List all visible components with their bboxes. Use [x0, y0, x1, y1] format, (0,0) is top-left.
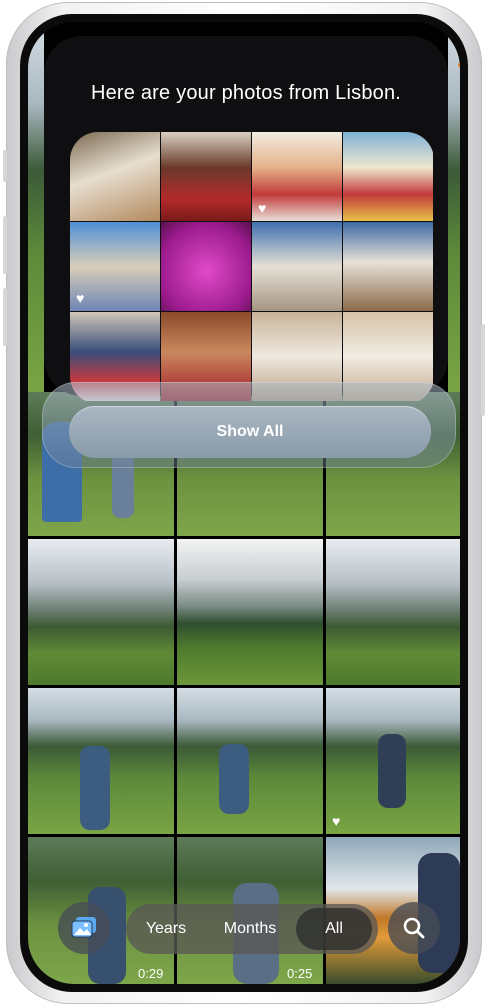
action-button — [3, 150, 7, 182]
screen: ♥ 0:29 0:25 Here are your photos from Li… — [28, 22, 460, 984]
grid-photo[interactable] — [28, 539, 174, 685]
search-icon — [403, 917, 425, 939]
memories-sheet: Here are your photos from Lisbon. ♥ ♥ — [44, 36, 448, 401]
favorite-heart-icon: ♥ — [332, 813, 341, 829]
lisbon-photo[interactable] — [343, 132, 433, 221]
lisbon-photo[interactable] — [343, 222, 433, 311]
segment-all[interactable]: All — [296, 904, 372, 954]
hiker-figure — [378, 734, 406, 808]
camera-indicator-dot — [458, 62, 460, 68]
lisbon-photo[interactable] — [161, 222, 251, 311]
grid-photo[interactable] — [28, 22, 44, 392]
photo-library-icon — [71, 917, 96, 938]
lisbon-photo[interactable] — [252, 222, 342, 311]
phone-frame: ♥ 0:29 0:25 Here are your photos from Li… — [3, 2, 485, 1004]
library-button[interactable] — [58, 902, 110, 954]
grid-photo[interactable] — [326, 539, 460, 685]
search-button[interactable] — [388, 902, 440, 954]
hiker-figure — [219, 744, 249, 814]
segment-months[interactable]: Months — [206, 904, 294, 954]
bezel: ♥ 0:29 0:25 Here are your photos from Li… — [20, 14, 468, 992]
side-button — [481, 324, 485, 416]
volume-up-button — [3, 216, 7, 274]
video-duration: 0:29 — [138, 966, 164, 981]
favorite-heart-icon: ♥ — [258, 200, 267, 216]
volume-down-button — [3, 288, 7, 346]
lisbon-photo[interactable] — [161, 132, 251, 221]
favorite-heart-icon: ♥ — [76, 290, 85, 306]
segment-years[interactable]: Years — [134, 904, 198, 954]
sheet-title: Here are your photos from Lisbon. — [90, 82, 402, 104]
video-duration: 0:25 — [287, 966, 313, 981]
grid-photo[interactable] — [177, 539, 323, 685]
lisbon-photo[interactable]: ♥ — [252, 132, 342, 221]
grid-photo[interactable] — [177, 688, 323, 834]
grid-photo[interactable] — [448, 22, 460, 392]
show-all-button[interactable]: Show All — [69, 406, 431, 458]
hiker-figure — [80, 746, 110, 830]
grid-photo[interactable] — [28, 688, 174, 834]
grid-photo[interactable]: ♥ — [326, 688, 460, 834]
view-segmented-control: Years Months All — [126, 904, 378, 954]
lisbon-photo-mosaic: ♥ ♥ — [70, 132, 434, 404]
lisbon-photo[interactable] — [70, 132, 160, 221]
lisbon-photo[interactable]: ♥ — [70, 222, 160, 311]
